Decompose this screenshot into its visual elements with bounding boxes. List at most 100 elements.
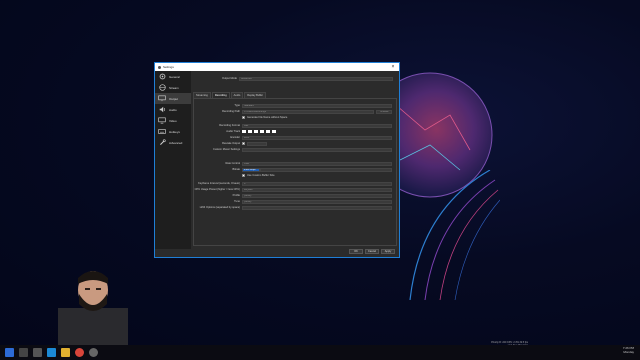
rescale-select[interactable] — [247, 141, 267, 146]
sidebar-item-advanced[interactable]: Advanced — [155, 137, 191, 148]
type-row: Type Standard — [194, 103, 398, 108]
search-icon[interactable] — [19, 348, 28, 357]
type-label: Type — [234, 104, 240, 107]
bitrate-spinner[interactable] — [260, 167, 392, 172]
sidebar-item-stream[interactable]: Stream — [155, 82, 191, 93]
profile-label: Profile — [232, 194, 240, 197]
track-checkbox[interactable] — [260, 130, 264, 133]
rate-control-row: Rate Control CBR — [194, 161, 398, 166]
globe-icon — [158, 84, 166, 91]
sidebar-item-output[interactable]: Output — [155, 93, 191, 104]
audio-track-checkboxes[interactable] — [242, 130, 278, 133]
profile-row: Profile (None) — [194, 193, 398, 198]
profile-select[interactable]: (None) — [242, 193, 392, 198]
keyframe-label: Keyframe Interval (seconds, 0=auto) — [198, 182, 240, 185]
encoder-label: Encoder — [230, 136, 240, 139]
checkbox-box — [242, 116, 245, 119]
no-space-checkbox[interactable]: Generate File Name without Space — [242, 116, 287, 119]
titlebar: Settings × — [155, 63, 399, 71]
rate-control-select[interactable]: CBR — [242, 161, 392, 166]
audio-track-label: Audio Track — [226, 130, 240, 133]
recording-path-input[interactable]: C:/Users/Recordings — [242, 109, 374, 114]
checkbox-box — [242, 174, 245, 177]
sidebar-item-label: General — [169, 74, 180, 79]
output-mode-label: Output Mode — [222, 77, 237, 80]
format-label: Recording Format — [219, 124, 240, 127]
format-row: Recording Format mkv — [194, 123, 398, 128]
track-checkbox[interactable] — [272, 130, 276, 133]
tune-select[interactable]: (None) — [242, 199, 392, 204]
close-icon[interactable]: × — [390, 64, 396, 70]
monitor-icon — [158, 117, 166, 124]
track-checkbox[interactable] — [266, 130, 270, 133]
no-space-label: Generate File Name without Space — [247, 116, 288, 119]
rescale-checkbox[interactable] — [242, 142, 245, 145]
sidebar-item-general[interactable]: General — [155, 71, 191, 82]
muxer-label: Custom Muxer Settings — [213, 148, 240, 151]
tune-row: Tune (None) — [194, 199, 398, 204]
gear-icon — [158, 73, 166, 80]
chrome-icon[interactable] — [75, 348, 84, 357]
track-checkbox[interactable] — [248, 130, 252, 133]
sidebar-item-label: Audio — [169, 107, 177, 112]
browse-button[interactable]: Browse — [376, 109, 392, 114]
system-clock[interactable]: 7:26 PM Monday — [623, 346, 634, 354]
custom-buffer-label: Use Custom Buffer Size — [247, 174, 275, 177]
sidebar-item-label: Advanced — [169, 140, 183, 145]
sidebar-item-video[interactable]: Video — [155, 115, 191, 126]
bitrate-row: Bitrate 2500 Kbps — [194, 167, 398, 172]
task-view-icon[interactable] — [33, 348, 42, 357]
sidebar-item-audio[interactable]: Audio — [155, 104, 191, 115]
track-checkbox[interactable] — [242, 130, 246, 133]
apply-button[interactable]: Apply — [381, 249, 395, 254]
sidebar-item-label: Hotkeys — [169, 129, 180, 134]
encoder-row: Encoder x264 — [194, 135, 398, 140]
recording-panel: Type Standard Recording Path C:/Users/Re… — [193, 98, 397, 246]
taskbar: 7:26 PM Monday — [0, 345, 640, 360]
rate-control-label: Rate Control — [225, 162, 240, 165]
cancel-button[interactable]: Cancel — [365, 249, 379, 254]
rescale-row: Rescale Output — [194, 141, 398, 146]
preset-row: CPU Usage Preset (higher = less CPU) ver… — [194, 187, 398, 192]
rescale-label: Rescale Output — [222, 142, 240, 145]
settings-window: Settings × General Stream Output Audio V… — [154, 62, 400, 258]
bitrate-input[interactable]: 2500 Kbps — [242, 167, 260, 172]
encoder-select[interactable]: x264 — [242, 135, 392, 140]
space-row: Generate File Name without Space — [194, 115, 398, 120]
muxer-row: Custom Muxer Settings — [194, 147, 398, 152]
type-select[interactable]: Standard — [242, 103, 392, 108]
sidebar-item-label: Video — [169, 118, 177, 123]
preset-select[interactable]: veryfast — [242, 187, 392, 192]
x264-options-input[interactable] — [242, 205, 392, 210]
x264-options-row: x264 Options (separated by space) — [194, 205, 398, 210]
obs-icon[interactable] — [89, 348, 98, 357]
app-icon — [158, 65, 161, 69]
bitrate-label: Bitrate — [232, 168, 241, 171]
keyframe-input[interactable]: 0 — [242, 181, 392, 186]
preset-label: CPU Usage Preset (higher = less CPU) — [194, 188, 240, 191]
x264-options-label: x264 Options (separated by space) — [199, 206, 240, 209]
recording-path-label: Recording Path — [222, 110, 240, 113]
buffer-row: Use Custom Buffer Size — [194, 173, 398, 178]
sidebar-item-label: Stream — [169, 85, 179, 90]
format-select[interactable]: mkv — [242, 123, 392, 128]
output-settings-content: Output Mode Advanced Streaming Recording… — [193, 72, 397, 246]
clock-day: Monday — [623, 350, 634, 354]
track-checkbox[interactable] — [254, 130, 258, 133]
muxer-input[interactable] — [242, 147, 392, 152]
audio-track-row: Audio Track — [194, 129, 398, 134]
output-mode-row: Output Mode Advanced — [193, 76, 397, 81]
recording-path-row: Recording Path C:/Users/Recordings Brows… — [194, 109, 398, 114]
wrench-icon — [158, 139, 166, 146]
output-mode-select[interactable]: Advanced — [239, 76, 393, 81]
folder-icon[interactable] — [61, 348, 70, 357]
window-title: Settings — [163, 65, 174, 69]
dialog-footer: OK Cancel Apply — [347, 249, 395, 254]
keyboard-icon — [158, 128, 166, 135]
start-icon[interactable] — [5, 348, 14, 357]
sidebar-item-hotkeys[interactable]: Hotkeys — [155, 126, 191, 137]
custom-buffer-checkbox[interactable]: Use Custom Buffer Size — [242, 174, 275, 177]
tune-label: Tune — [234, 200, 240, 203]
edge-icon[interactable] — [47, 348, 56, 357]
ok-button[interactable]: OK — [349, 249, 363, 254]
